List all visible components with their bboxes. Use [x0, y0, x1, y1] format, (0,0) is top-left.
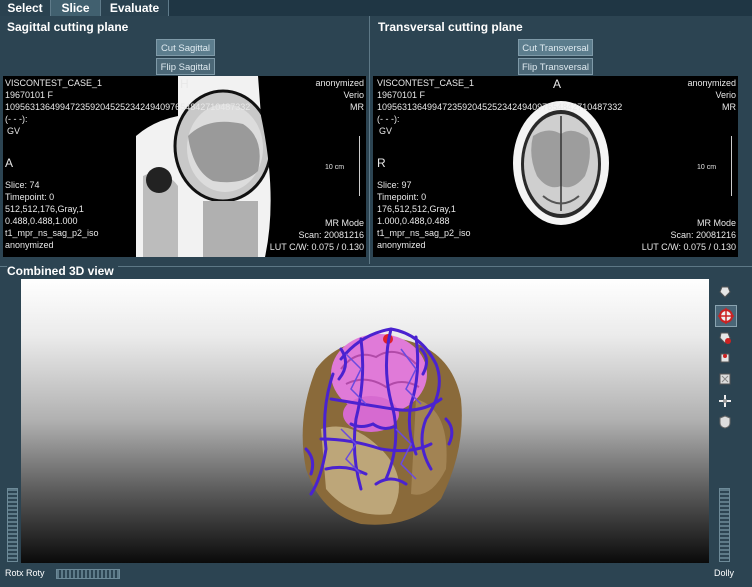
- trans-gv: GV: [379, 126, 393, 136]
- sag-modality: MR: [350, 102, 364, 112]
- trans-spacing: 1.000,0.488,0.488: [377, 216, 450, 226]
- sag-lut: LUT C/W: 0.075 / 0.130: [269, 242, 364, 252]
- transversal-title: Transversal cutting plane: [378, 20, 523, 34]
- sag-dir-left: A: [5, 156, 14, 170]
- sag-scale-bar: [355, 136, 360, 196]
- shield-icon[interactable]: [718, 415, 732, 429]
- move-icon[interactable]: [718, 394, 732, 408]
- combined-title: Combined 3D view: [7, 264, 118, 278]
- transversal-viewer[interactable]: VISCONTEST_CASE_1 19670101 F 10956313649…: [373, 76, 738, 257]
- tab-select[interactable]: Select: [0, 0, 51, 16]
- trans-series: t1_mpr_ns_sag_p2_iso: [377, 228, 471, 238]
- tab-evaluate[interactable]: Evaluate: [101, 0, 169, 16]
- rotx-roty-slider[interactable]: [56, 569, 120, 579]
- trans-scale-label: 10 cm: [697, 164, 717, 171]
- trans-dir-top: A: [553, 77, 562, 91]
- sagittal-viewer[interactable]: VISCONTEST_CASE_1 19670101 F 10956313649…: [3, 76, 366, 257]
- sag-patient: VISCONTEST_CASE_1: [5, 78, 103, 88]
- sag-slice: Slice: 74: [5, 180, 40, 190]
- sag-anonymized-bottom: anonymized: [5, 240, 54, 250]
- tab-bar: Select Slice Evaluate: [0, 0, 752, 16]
- trans-anonymized-top: anonymized: [687, 78, 736, 88]
- combined-3d-viewport[interactable]: [21, 279, 709, 563]
- rotate-icon[interactable]: [715, 305, 737, 327]
- rotx-roty-label: Rotx Roty: [5, 568, 45, 578]
- 3d-head-render: [302, 327, 462, 525]
- flip-sagittal-button[interactable]: Flip Sagittal: [156, 58, 215, 75]
- cut-sagittal-button[interactable]: Cut Sagittal: [156, 39, 215, 56]
- zoom-icon[interactable]: [718, 331, 732, 345]
- sagittal-title: Sagittal cutting plane: [7, 20, 129, 34]
- sag-scan: Scan: 20081216: [298, 230, 364, 240]
- trans-anonymized-bottom: anonymized: [377, 240, 426, 250]
- trans-dims: 176,512,512,Gray,1: [377, 204, 456, 214]
- sag-timepoint: Timepoint: 0: [5, 192, 55, 202]
- trans-mode: MR Mode: [696, 218, 736, 228]
- tab-slice[interactable]: Slice: [51, 0, 101, 16]
- sag-mode: MR Mode: [324, 218, 364, 228]
- trans-dob-sex: 19670101 F: [377, 90, 426, 100]
- pick-icon[interactable]: [718, 351, 732, 365]
- trans-patient: VISCONTEST_CASE_1: [377, 78, 475, 88]
- sag-scale-label: 10 cm: [325, 164, 345, 171]
- trans-slice: Slice: 97: [377, 180, 412, 190]
- trans-modality: MR: [722, 102, 736, 112]
- sag-manufacturer: Verio: [343, 90, 364, 100]
- flip-transversal-button[interactable]: Flip Transversal: [518, 58, 593, 75]
- sag-spacing: 0.488,0.488,1.000: [5, 216, 78, 226]
- sag-anonymized-top: anonymized: [315, 78, 364, 88]
- trans-lut: LUT C/W: 0.075 / 0.130: [641, 242, 736, 252]
- trans-timepoint: Timepoint: 0: [377, 192, 427, 202]
- trans-uid: 1095631364994723592045252342494097654842…: [377, 102, 623, 112]
- sag-uid: 1095631364994723592045252342494097654842…: [5, 102, 251, 112]
- sag-series: t1_mpr_ns_sag_p2_iso: [5, 228, 99, 238]
- trans-scale-bar: [727, 136, 732, 196]
- dolly-slider[interactable]: [719, 488, 730, 562]
- pane-divider: [369, 16, 370, 264]
- trans-dash: (- - -):: [377, 114, 400, 124]
- cut-transversal-button[interactable]: Cut Transversal: [518, 39, 593, 56]
- dolly-label: Dolly: [714, 568, 735, 578]
- trans-scan: Scan: 20081216: [670, 230, 736, 240]
- sag-dir-top: H: [180, 77, 189, 91]
- trans-dir-left: R: [377, 156, 386, 170]
- pan-icon[interactable]: [718, 285, 732, 299]
- sag-gv: GV: [7, 126, 21, 136]
- trans-manufacturer: Verio: [715, 90, 736, 100]
- select-icon[interactable]: [718, 372, 732, 386]
- sag-dims: 512,512,176,Gray,1: [5, 204, 84, 214]
- sag-dash: (- - -):: [5, 114, 28, 124]
- sag-dob-sex: 19670101 F: [5, 90, 54, 100]
- left-vertical-slider[interactable]: [7, 488, 18, 562]
